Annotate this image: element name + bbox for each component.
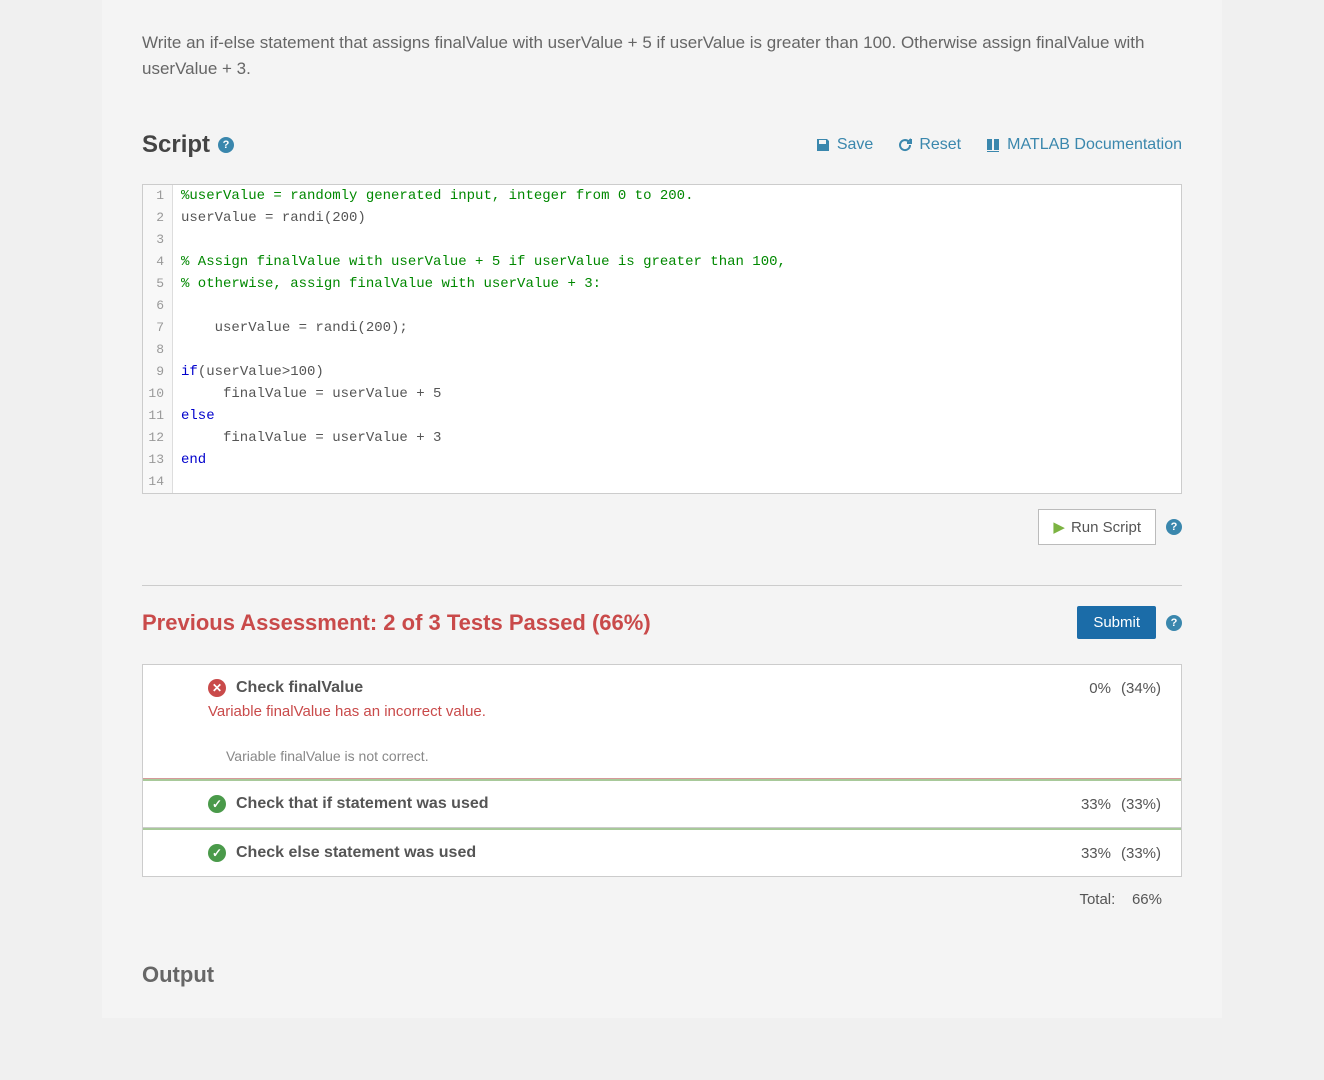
reset-icon <box>897 137 913 153</box>
code-line[interactable]: 13end <box>143 449 1181 471</box>
line-content[interactable] <box>173 295 1181 317</box>
line-content[interactable]: % Assign finalValue with userValue + 5 i… <box>173 251 1181 273</box>
code-line[interactable]: 8 <box>143 339 1181 361</box>
help-icon[interactable]: ? <box>218 137 234 153</box>
code-line[interactable]: 14 <box>143 471 1181 493</box>
code-line[interactable]: 12 finalValue = userValue + 3 <box>143 427 1181 449</box>
line-content[interactable] <box>173 339 1181 361</box>
test-results: ✕Check finalValue 0%(34%) Variable finalVa… <box>142 664 1182 877</box>
test-detail: Variable finalValue has an incorrect val… <box>208 703 1161 720</box>
check-icon: ✓ <box>208 795 226 813</box>
run-script-button[interactable]: ▶ Run Script <box>1038 509 1156 545</box>
line-number: 2 <box>143 207 173 229</box>
divider <box>142 585 1182 586</box>
assessment-title: Previous Assessment: 2 of 3 Tests Passed… <box>142 610 651 636</box>
code-line[interactable]: 11else <box>143 405 1181 427</box>
code-line[interactable]: 3 <box>143 229 1181 251</box>
matlab-docs-link[interactable]: MATLAB Documentation <box>985 136 1182 154</box>
code-line[interactable]: 10 finalValue = userValue + 5 <box>143 383 1181 405</box>
line-number: 5 <box>143 273 173 295</box>
code-line[interactable]: 4% Assign finalValue with userValue + 5 … <box>143 251 1181 273</box>
line-content[interactable]: userValue = randi(200); <box>173 317 1181 339</box>
code-line[interactable]: 7 userValue = randi(200); <box>143 317 1181 339</box>
code-line[interactable]: 9if(userValue>100) <box>143 361 1181 383</box>
line-number: 7 <box>143 317 173 339</box>
line-content[interactable]: % otherwise, assign finalValue with user… <box>173 273 1181 295</box>
line-number: 13 <box>143 449 173 471</box>
test-name: ✕Check finalValue <box>208 679 363 697</box>
test-item: ✓Check else statement was used 33%(33%) <box>143 828 1181 876</box>
test-name: ✓Check that if statement was used <box>208 795 489 813</box>
save-label: Save <box>837 136 873 154</box>
line-content[interactable]: if(userValue>100) <box>173 361 1181 383</box>
line-content[interactable]: end <box>173 449 1181 471</box>
book-icon <box>985 137 1001 153</box>
line-number: 12 <box>143 427 173 449</box>
line-content[interactable] <box>173 471 1181 493</box>
help-icon[interactable]: ? <box>1166 519 1182 535</box>
test-score: 33%(33%) <box>1081 796 1161 813</box>
line-content[interactable]: else <box>173 405 1181 427</box>
save-icon <box>815 137 831 153</box>
test-subdetail: Variable finalValue is not correct. <box>208 748 1161 764</box>
script-section-title: Script ? <box>142 131 234 159</box>
line-content[interactable] <box>173 229 1181 251</box>
test-score: 0%(34%) <box>1089 680 1161 697</box>
docs-label: MATLAB Documentation <box>1007 136 1182 154</box>
check-icon: ✓ <box>208 844 226 862</box>
line-content[interactable]: %userValue = randomly generated input, i… <box>173 185 1181 207</box>
submit-button[interactable]: Submit <box>1077 606 1156 639</box>
line-number: 10 <box>143 383 173 405</box>
code-line[interactable]: 5% otherwise, assign finalValue with use… <box>143 273 1181 295</box>
reset-button[interactable]: Reset <box>897 136 961 154</box>
code-line[interactable]: 1%userValue = randomly generated input, … <box>143 185 1181 207</box>
line-number: 3 <box>143 229 173 251</box>
code-line[interactable]: 6 <box>143 295 1181 317</box>
line-number: 6 <box>143 295 173 317</box>
save-button[interactable]: Save <box>815 136 873 154</box>
reset-label: Reset <box>919 136 961 154</box>
code-editor[interactable]: 1%userValue = randomly generated input, … <box>142 184 1182 494</box>
script-title-text: Script <box>142 131 210 159</box>
line-content[interactable]: finalValue = userValue + 5 <box>173 383 1181 405</box>
total-row: Total: 66% <box>142 877 1182 922</box>
test-name: ✓Check else statement was used <box>208 844 476 862</box>
line-content[interactable]: userValue = randi(200) <box>173 207 1181 229</box>
line-number: 14 <box>143 471 173 493</box>
test-item: ✕Check finalValue 0%(34%) Variable finalVa… <box>143 665 1181 779</box>
total-label: Total: <box>1079 891 1115 908</box>
line-number: 1 <box>143 185 173 207</box>
help-icon[interactable]: ? <box>1166 615 1182 631</box>
line-content[interactable]: finalValue = userValue + 3 <box>173 427 1181 449</box>
test-score: 33%(33%) <box>1081 845 1161 862</box>
line-number: 11 <box>143 405 173 427</box>
line-number: 9 <box>143 361 173 383</box>
line-number: 8 <box>143 339 173 361</box>
test-item: ✓Check that if statement was used 33%(33%… <box>143 779 1181 828</box>
x-icon: ✕ <box>208 679 226 697</box>
run-label: Run Script <box>1071 519 1141 536</box>
output-heading: Output <box>142 962 1182 988</box>
question-prompt: Write an if-else statement that assigns … <box>142 30 1182 81</box>
line-number: 4 <box>143 251 173 273</box>
play-icon: ▶ <box>1053 518 1065 536</box>
code-line[interactable]: 2userValue = randi(200) <box>143 207 1181 229</box>
total-value: 66% <box>1132 891 1162 908</box>
